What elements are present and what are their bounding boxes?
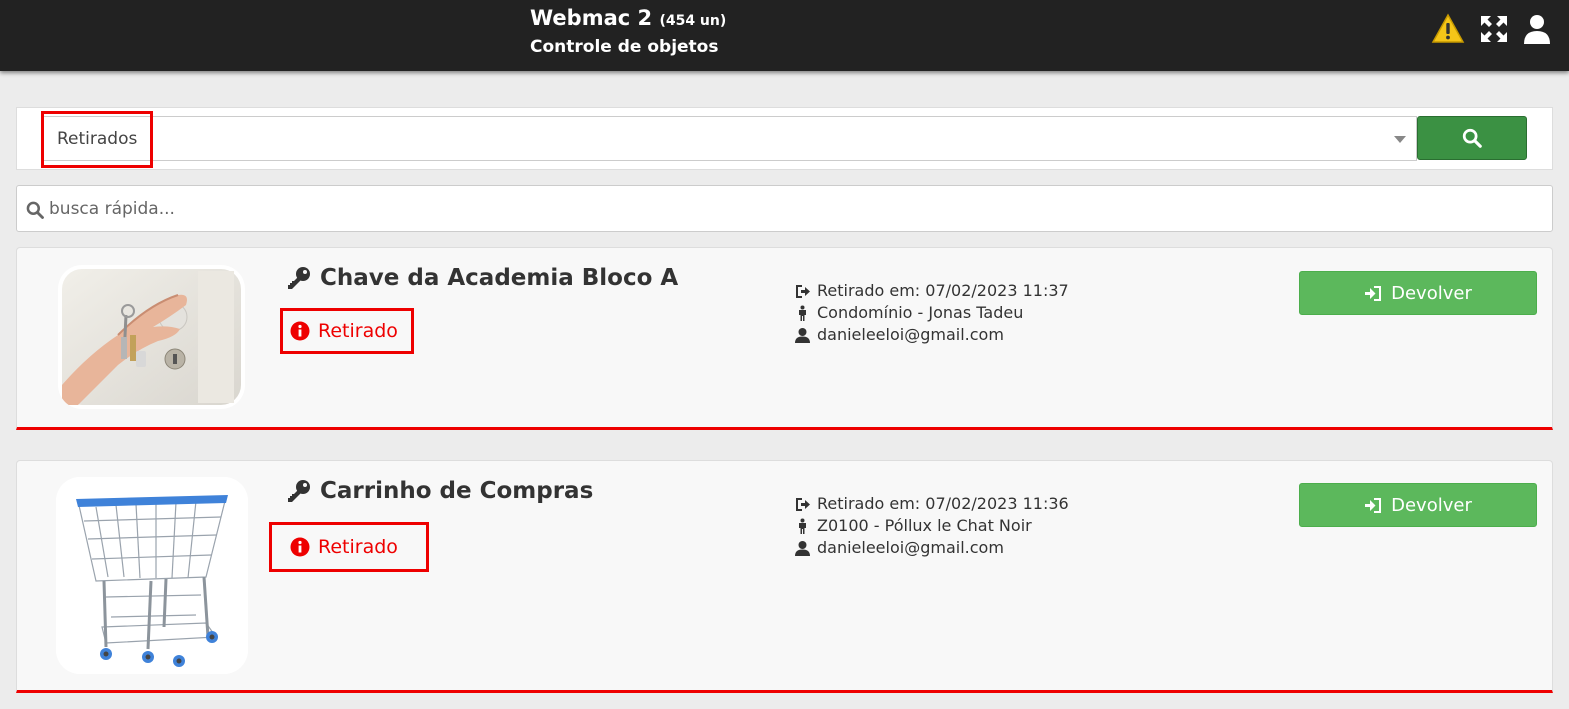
status-text: Retirado xyxy=(318,536,398,558)
object-card: Carrinho de Compras Retirado Retirado em… xyxy=(16,460,1553,693)
status-badge: Retirado xyxy=(280,308,414,354)
object-title-text: Chave da Academia Bloco A xyxy=(320,265,679,291)
app-name: Webmac 2 xyxy=(530,6,653,30)
return-button-label: Devolver xyxy=(1391,494,1472,516)
key-icon xyxy=(288,480,310,502)
search-icon xyxy=(1462,128,1482,148)
user-icon[interactable] xyxy=(1520,12,1554,46)
search-icon xyxy=(26,201,44,219)
app-title: Webmac 2 (454 un) xyxy=(530,5,726,34)
page-subtitle: Controle de objetos xyxy=(530,37,719,57)
user-row: danieleeloi@gmail.com xyxy=(794,324,1069,346)
top-bar: Webmac 2 (454 un) Controle de objetos xyxy=(0,0,1569,71)
return-button-label: Devolver xyxy=(1391,282,1472,304)
key-icon xyxy=(288,267,310,289)
info-icon xyxy=(290,537,310,557)
warning-icon[interactable] xyxy=(1431,12,1465,46)
status-badge: Retirado xyxy=(269,522,429,572)
return-button[interactable]: Devolver xyxy=(1299,483,1537,527)
filter-panel: Retirados xyxy=(16,107,1553,170)
expand-icon[interactable] xyxy=(1477,12,1511,46)
sign-in-icon xyxy=(1365,497,1382,513)
holder-row: Z0100 - Póllux le Chat Noir xyxy=(794,515,1069,537)
status-text: Retirado xyxy=(318,320,398,342)
user-icon xyxy=(795,540,810,556)
search-button[interactable] xyxy=(1417,116,1527,160)
object-info: Retirado em: 07/02/2023 11:36 Z0100 - Pó… xyxy=(794,493,1069,559)
object-title: Chave da Academia Bloco A xyxy=(286,265,678,291)
holder-text: Z0100 - Póllux le Chat Noir xyxy=(817,516,1032,535)
quick-search-input[interactable] xyxy=(49,190,1539,227)
status-filter-value: Retirados xyxy=(57,129,138,149)
info-icon xyxy=(290,321,310,341)
object-info: Retirado em: 07/02/2023 11:37 Condomínio… xyxy=(794,280,1069,346)
user-text: danieleeloi@gmail.com xyxy=(817,325,1004,344)
withdrawn-row: Retirado em: 07/02/2023 11:37 xyxy=(794,280,1069,302)
sign-out-icon xyxy=(796,497,810,511)
holder-text: Condomínio - Jonas Tadeu xyxy=(817,303,1024,322)
withdrawn-row: Retirado em: 07/02/2023 11:36 xyxy=(794,493,1069,515)
item-count: (454 un) xyxy=(659,13,727,29)
person-icon xyxy=(799,518,806,534)
object-image-keys xyxy=(58,265,245,409)
sign-out-icon xyxy=(796,284,810,298)
holder-row: Condomínio - Jonas Tadeu xyxy=(794,302,1069,324)
object-card: Chave da Academia Bloco A Retirado Retir… xyxy=(16,247,1553,430)
person-icon xyxy=(799,305,806,321)
quick-search-bar xyxy=(16,185,1553,232)
user-icon xyxy=(795,327,810,343)
user-row: danieleeloi@gmail.com xyxy=(794,537,1069,559)
withdrawn-text: Retirado em: 07/02/2023 11:36 xyxy=(817,494,1069,513)
object-title-text: Carrinho de Compras xyxy=(320,478,594,504)
object-image-cart xyxy=(56,477,248,674)
object-title: Carrinho de Compras xyxy=(286,478,593,504)
return-button[interactable]: Devolver xyxy=(1299,271,1537,315)
sign-in-icon xyxy=(1365,285,1382,301)
status-filter-select[interactable]: Retirados xyxy=(42,116,1417,161)
withdrawn-text: Retirado em: 07/02/2023 11:37 xyxy=(817,281,1069,300)
chevron-down-icon xyxy=(1394,136,1406,143)
user-text: danieleeloi@gmail.com xyxy=(817,538,1004,557)
